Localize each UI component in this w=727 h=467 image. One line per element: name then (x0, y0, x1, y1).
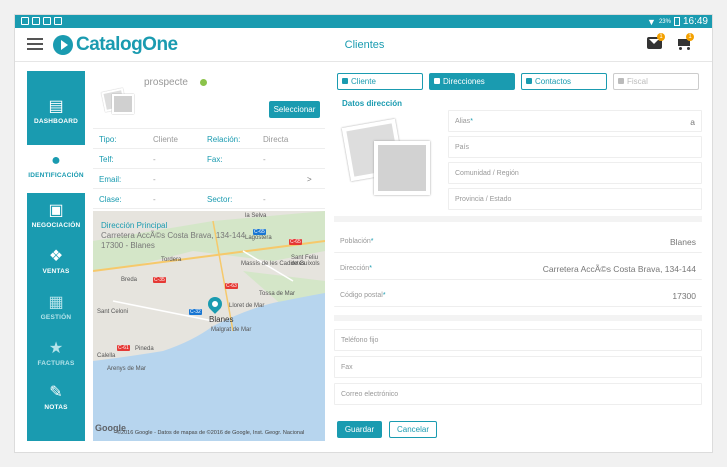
map-overlay-title: Dirección Principal (101, 221, 168, 230)
info-row-email[interactable]: Email: - > (93, 169, 325, 189)
battery-percent: 23% (658, 18, 671, 25)
prospect-header: prospecte Seleccionar (93, 71, 325, 129)
map-place: Calella (97, 353, 116, 359)
wifi-icon: ▼ (647, 16, 656, 27)
main-content: ▤ DASHBOARD ● IDENTIFICACIÓN ▣ NEGOCIACI… (27, 71, 702, 441)
clock: 16:49 (682, 16, 708, 27)
logo-text: CatalogOne (76, 34, 178, 55)
direccion-field[interactable]: Dirección* Carretera AccÃ©s Costa Brava,… (334, 258, 702, 280)
client-summary-panel: prospecte Seleccionar Tipo: Cliente Rela… (93, 71, 325, 441)
gallery-icon (32, 17, 40, 25)
map-place: Massís de les Cadiretes (241, 261, 306, 267)
mail-badge: 1 (657, 33, 665, 41)
map-place: Arenys de Mar (107, 366, 147, 372)
info-row-telf: Telf: - Fax: - (93, 149, 325, 169)
cart-icon[interactable]: 1 (676, 33, 694, 50)
sidebar-item-facturas[interactable]: ★ FACTURAS (27, 333, 85, 381)
app-logo[interactable]: CatalogOne (53, 34, 178, 56)
status-bar: ▼ 23% 16:49 (15, 15, 712, 28)
save-button[interactable]: Guardar (337, 421, 382, 438)
sidebar-item-gestion[interactable]: ▦ GESTIÓN (27, 287, 85, 335)
map-attribution[interactable]: ©2016 Google - Datos de mapas de ©2016 d… (117, 430, 304, 436)
sidebar-item-identificacion[interactable]: ● IDENTIFICACIÓN (27, 145, 85, 193)
map-place: Blanes (209, 315, 234, 324)
chart-icon: ▤ (48, 98, 64, 115)
region-field[interactable]: Comunidad / Región (448, 162, 702, 184)
sidebar-item-notas[interactable]: ✎ NOTAS (27, 377, 85, 425)
sidebar-item-dashboard[interactable]: ▤ DASHBOARD (27, 91, 85, 139)
battery-icon (673, 17, 680, 26)
map-place: Lloret de Mar (229, 303, 265, 309)
chevron-right-icon[interactable]: > (307, 175, 312, 184)
logo-play-icon (53, 35, 73, 55)
notification-icons (21, 17, 62, 25)
app-icon (54, 17, 62, 25)
alias-field[interactable]: Alias* a (448, 110, 702, 132)
notes-icon: ✎ (49, 384, 63, 401)
email-field[interactable]: Correo electrónico (334, 383, 702, 405)
cart-badge: 1 (686, 33, 694, 41)
image-icon (21, 17, 29, 25)
person-icon (342, 78, 348, 84)
map-place: Malgrat de Mar (211, 327, 252, 333)
mail-icon[interactable]: 1 (647, 33, 665, 49)
person-icon: ● (51, 152, 61, 169)
tab-cliente[interactable]: Cliente (337, 73, 423, 90)
building-icon: ▦ (48, 294, 64, 311)
briefcase-icon: ▣ (48, 202, 64, 219)
poblacion-field[interactable]: Población* Blanes (334, 231, 702, 253)
select-button[interactable]: Seleccionar (269, 101, 320, 118)
divider (334, 216, 702, 222)
tab-contactos[interactable]: Contactos (521, 73, 607, 90)
avatar[interactable] (101, 84, 135, 116)
map-place: Tordera (161, 257, 182, 263)
map-overlay-line1: Carretera AccÃ©s Costa Brava, 134-144 (101, 231, 246, 240)
info-row-tipo: Tipo: Cliente Relación: Directa (93, 129, 325, 149)
menu-icon[interactable] (27, 38, 43, 51)
fiscal-icon (618, 78, 624, 84)
map-place: la Selva (245, 213, 267, 219)
road-marker: C-32 (189, 309, 202, 315)
provincia-field[interactable]: Provincia / Estado (448, 188, 702, 210)
handshake-icon: ❖ (48, 248, 64, 265)
address-photo[interactable] (341, 118, 438, 199)
contacts-icon (526, 78, 532, 84)
sidebar: ▤ DASHBOARD ● IDENTIFICACIÓN ▣ NEGOCIACI… (27, 71, 85, 441)
road-marker: C-65 (253, 229, 266, 235)
map-place: Pineda (135, 346, 154, 352)
telefono-field[interactable]: Teléfono fijo (334, 329, 702, 351)
fax-field[interactable]: Fax (334, 356, 702, 378)
map-place: Tossa de Mar (259, 291, 296, 297)
divider (334, 315, 702, 321)
road-marker: C-35 (153, 277, 166, 283)
address-panel: Cliente Direcciones Contactos Fiscal Dat… (334, 71, 702, 441)
tab-fiscal[interactable]: Fiscal (613, 73, 699, 90)
sidebar-item-ventas[interactable]: ❖ VENTAS (27, 241, 85, 289)
road-marker: C-65 (289, 239, 302, 245)
sync-icon (43, 17, 51, 25)
road-marker: C-61 (117, 345, 130, 351)
pais-field[interactable]: País (448, 136, 702, 158)
codigo-postal-field[interactable]: Código postal* 17300 (334, 285, 702, 307)
map-place: Breda (121, 277, 138, 283)
cancel-button[interactable]: Cancelar (389, 421, 437, 438)
client-name: prospecte (144, 77, 188, 88)
section-title: Datos dirección (342, 99, 403, 108)
status-dot-icon (200, 79, 207, 86)
info-row-clase: Clase: - Sector: - (93, 189, 325, 209)
tablet-screen: ▼ 23% 16:49 CatalogOne Clientes 1 1 ▤ DA… (14, 14, 713, 453)
map-place: Sant Celoni (97, 309, 129, 315)
road-marker: C-63 (225, 283, 238, 289)
sidebar-item-negociacion[interactable]: ▣ NEGOCIACIÓN (27, 195, 85, 243)
map-overlay-line2: 17300 - Blanes (101, 241, 155, 250)
map-place: Lagostera (245, 235, 272, 241)
tab-direcciones[interactable]: Direcciones (429, 73, 515, 90)
document-icon (434, 78, 440, 84)
star-icon: ★ (48, 340, 64, 357)
map-view[interactable]: Dirección Principal Carretera AccÃ©s Cos… (93, 211, 325, 441)
app-bar: CatalogOne Clientes 1 1 (15, 28, 712, 62)
